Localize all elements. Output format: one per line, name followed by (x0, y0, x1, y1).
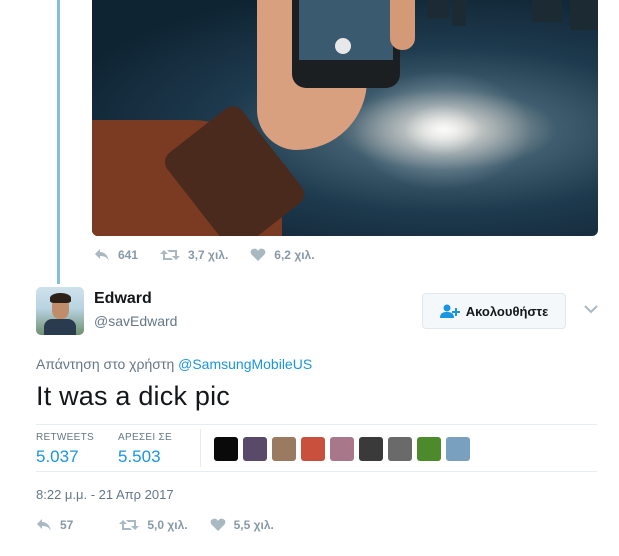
liker-avatar[interactable] (272, 437, 296, 461)
likes-stat-value: 5.503 (118, 447, 161, 466)
pier-piling (532, 0, 562, 22)
retweet-icon (160, 250, 181, 260)
photo-thumb (390, 0, 415, 50)
likes-stat-label: ΑΡΕΣΕΙ ΣΕ (118, 432, 172, 443)
reply-action[interactable]: 57 (36, 518, 73, 532)
reply-prefix: Απάντηση στο χρήστη (36, 356, 175, 372)
liker-avatar[interactable] (388, 437, 412, 461)
liker-avatar[interactable] (417, 437, 441, 461)
retweets-stat[interactable]: RETWEETS 5.037 (36, 432, 94, 467)
water-sparkle (352, 70, 532, 190)
tweet-photo[interactable] (92, 0, 598, 236)
liker-avatar[interactable] (243, 437, 267, 461)
photo-phone (292, 0, 400, 88)
liker-avatars (214, 437, 475, 461)
follow-button-label: Ακολουθήστε (465, 303, 549, 319)
like-action[interactable]: 6,2 χιλ. (250, 248, 315, 262)
more-options-caret[interactable] (582, 300, 600, 318)
retweet-action[interactable]: 5,0 χιλ. (119, 518, 188, 532)
conversation-thread-line (57, 0, 60, 284)
retweets-stat-value: 5.037 (36, 447, 79, 466)
author-handle[interactable]: @savEdward (94, 313, 177, 329)
retweet-action[interactable]: 3,7 χιλ. (160, 248, 228, 262)
liker-avatar[interactable] (214, 437, 238, 461)
chevron-down-icon (584, 304, 598, 313)
retweet-icon (119, 520, 140, 530)
liker-avatar[interactable] (330, 437, 354, 461)
retweet-count: 5,0 χιλ. (147, 518, 188, 532)
tweet-text: It was a dick pic (36, 381, 230, 411)
retweets-stat-label: RETWEETS (36, 432, 94, 443)
pier-piling (570, 0, 598, 30)
author-name[interactable]: Edward (94, 290, 152, 308)
liker-avatar[interactable] (301, 437, 325, 461)
avatar-hair (50, 293, 71, 303)
heart-icon (210, 518, 226, 531)
author-avatar[interactable] (36, 287, 84, 335)
reply-icon (37, 519, 51, 531)
retweet-count: 3,7 χιλ. (188, 248, 229, 262)
reply-count: 57 (60, 518, 74, 532)
reply-mention-link[interactable]: @SamsungMobileUS (178, 356, 312, 372)
like-count: 6,2 χιλ. (274, 248, 315, 262)
pier-piling (452, 0, 466, 26)
liker-avatar[interactable] (446, 437, 470, 461)
tweet-timestamp[interactable]: 8:22 μ.μ. - 21 Απρ 2017 (36, 487, 174, 502)
reply-context: Απάντηση στο χρήστη @SamsungMobileUS (36, 356, 312, 372)
follow-button[interactable]: Ακολουθήστε (422, 293, 566, 329)
like-action[interactable]: 5,5 χιλ. (210, 518, 274, 532)
liker-avatar[interactable] (359, 437, 383, 461)
likes-stat[interactable]: ΑΡΕΣΕΙ ΣΕ 5.503 (118, 432, 172, 467)
reply-action[interactable]: 641 (94, 248, 138, 262)
like-count: 5,5 χιλ. (233, 518, 274, 532)
quoted-tweet-actions: 641 3,7 χιλ. 6,2 χιλ. (94, 248, 337, 262)
avatar-body (44, 319, 76, 335)
photo-shutter-icon (335, 38, 351, 54)
tweet-stats: RETWEETS 5.037 ΑΡΕΣΕΙ ΣΕ 5.503 (36, 424, 597, 472)
heart-icon (250, 248, 266, 261)
add-user-icon (439, 304, 460, 318)
reply-count: 641 (118, 248, 139, 262)
pier-piling (427, 0, 449, 18)
reply-icon (95, 249, 109, 261)
stats-divider (200, 429, 201, 467)
tweet-actions: 57 5,0 χιλ. 5,5 χιλ. (36, 518, 296, 532)
